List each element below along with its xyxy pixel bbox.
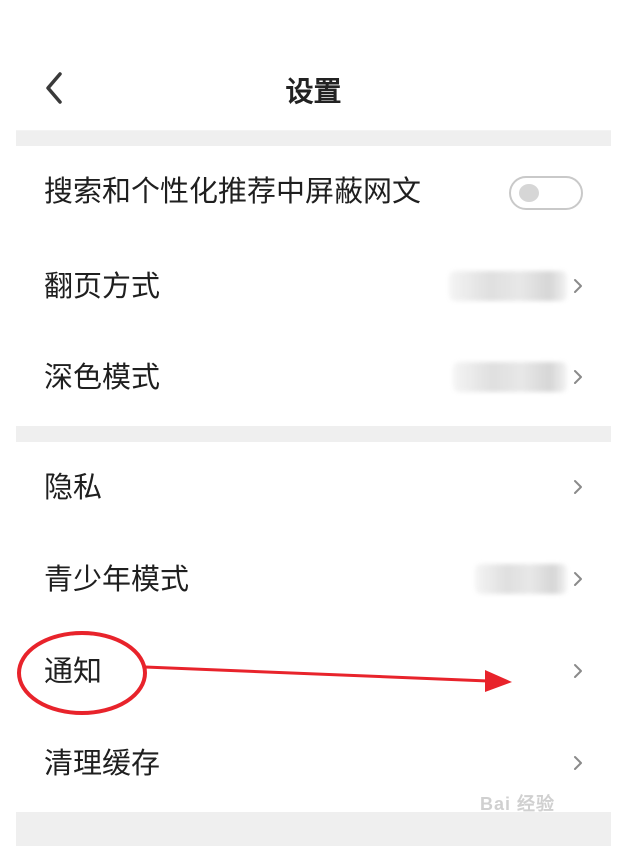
setting-label: 青少年模式	[44, 562, 190, 596]
chevron-right-icon	[574, 572, 582, 586]
block-webnovel-toggle[interactable]	[509, 176, 583, 210]
header-bar: 设置	[16, 46, 611, 131]
setting-label: 隐私	[44, 470, 103, 504]
chevron-right-icon	[574, 279, 582, 293]
setting-row-dark-mode[interactable]: 深色模式	[16, 332, 611, 422]
setting-label: 搜索和个性化推荐中屏蔽网文	[44, 174, 422, 208]
setting-label: 翻页方式	[44, 269, 161, 303]
setting-row-privacy[interactable]: 隐私	[16, 442, 611, 532]
chevron-right-icon	[574, 756, 582, 770]
setting-label: 深色模式	[44, 360, 161, 394]
setting-row-page-turn[interactable]: 翻页方式	[16, 241, 611, 331]
page-title: 设置	[285, 75, 342, 108]
setting-row-teen-mode[interactable]: 青少年模式	[16, 534, 611, 624]
settings-screen: 设置 搜索和个性化推荐中屏蔽网文 翻页方式 深色模式 隐私 青少年模式 通知 清…	[16, 46, 611, 846]
toggle-knob	[519, 184, 539, 202]
chevron-right-icon	[574, 370, 582, 384]
chevron-right-icon	[574, 664, 582, 678]
setting-row-block-webnovel[interactable]: 搜索和个性化推荐中屏蔽网文	[16, 146, 611, 236]
setting-label: 通知	[44, 654, 103, 688]
blurred-value	[449, 271, 567, 301]
setting-label: 清理缓存	[44, 746, 161, 780]
settings-group-1: 搜索和个性化推荐中屏蔽网文 翻页方式 深色模式	[16, 146, 611, 426]
chevron-right-icon	[574, 480, 582, 494]
blurred-value	[475, 564, 567, 594]
settings-group-2: 隐私 青少年模式 通知 清理缓存	[16, 442, 611, 812]
baidu-watermark: Bai 经验	[480, 794, 556, 814]
blurred-value	[453, 362, 567, 392]
setting-row-notifications[interactable]: 通知	[16, 626, 611, 716]
